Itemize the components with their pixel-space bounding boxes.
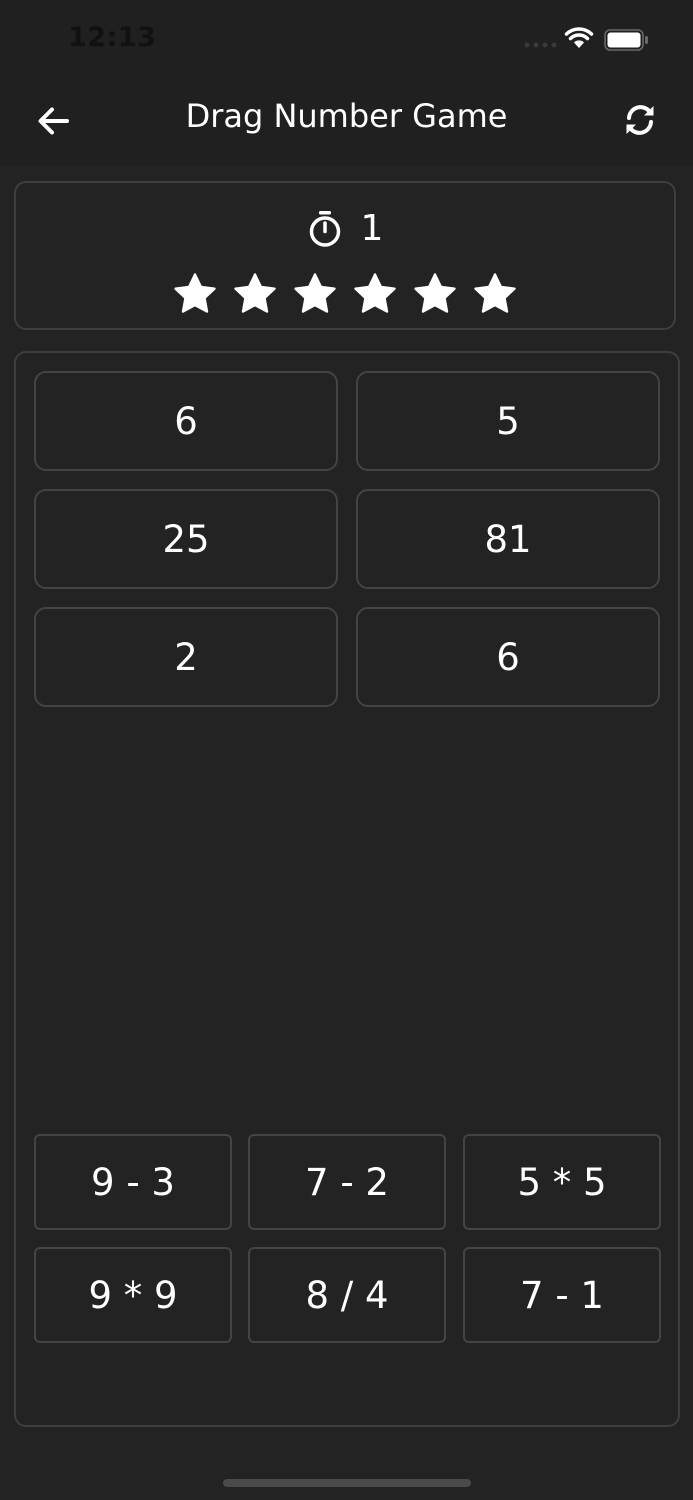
star-icon: [234, 273, 276, 313]
expression-tile[interactable]: 9 * 9: [34, 1247, 232, 1343]
battery-icon: [604, 29, 648, 51]
expression-tile[interactable]: 5 * 5: [463, 1134, 661, 1230]
game-board: 6 5 25 81 2 6 9 - 3 7 - 2 5 * 5 9 * 9 8 …: [14, 351, 680, 1427]
timer-value: 1: [360, 208, 384, 249]
target-slot[interactable]: 5: [356, 371, 660, 471]
app-bar: Drag Number Game: [0, 80, 693, 166]
star-rating: [16, 271, 674, 317]
status-time: 12:13: [68, 22, 157, 53]
status-bar: 12:13: [0, 0, 693, 80]
expression-tile[interactable]: 7 - 1: [463, 1247, 661, 1343]
expression-tile[interactable]: 7 - 2: [248, 1134, 446, 1230]
expression-tile[interactable]: 8 / 4: [248, 1247, 446, 1343]
star-icon: [294, 273, 336, 313]
target-slot[interactable]: 81: [356, 489, 660, 589]
star-icon: [354, 273, 396, 313]
stopwatch-icon: [309, 211, 340, 247]
arrow-left-icon: [38, 107, 69, 135]
expression-tile[interactable]: 9 - 3: [34, 1134, 232, 1230]
target-slot[interactable]: 25: [34, 489, 338, 589]
home-indicator[interactable]: [223, 1479, 471, 1487]
star-icon: [414, 273, 456, 313]
target-slot[interactable]: 6: [34, 371, 338, 471]
refresh-button[interactable]: [614, 94, 666, 146]
timer: 1: [16, 207, 674, 251]
star-icon: [174, 273, 216, 313]
score-panel: 1: [14, 181, 676, 330]
signal-icon: [524, 42, 557, 48]
target-slot[interactable]: 2: [34, 607, 338, 707]
target-slot[interactable]: 6: [356, 607, 660, 707]
refresh-icon: [626, 105, 654, 135]
page-title: Drag Number Game: [185, 97, 508, 135]
back-button[interactable]: [28, 96, 78, 146]
wifi-icon: [564, 27, 594, 48]
star-icon: [474, 273, 516, 313]
